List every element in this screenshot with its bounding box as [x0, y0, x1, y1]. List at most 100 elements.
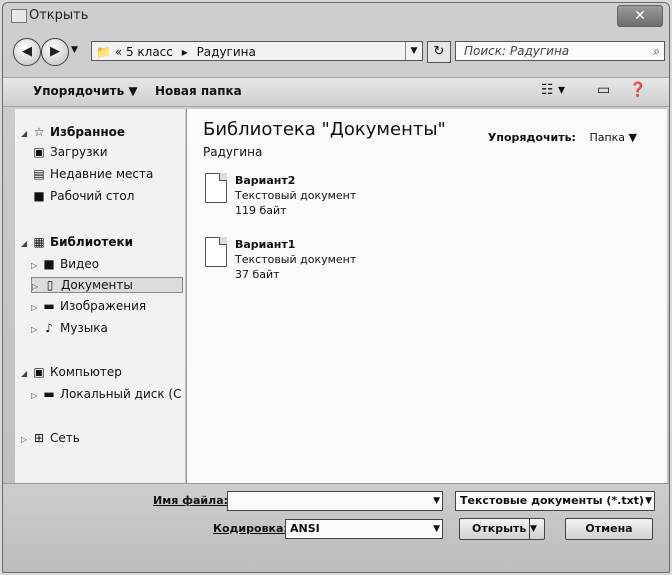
filename-input[interactable]: ▼: [227, 491, 443, 511]
breadcrumb-separator-icon[interactable]: ▸: [182, 45, 188, 59]
window-icon: [11, 9, 27, 23]
sidebar-item-desktop[interactable]: ■ Рабочий стол: [31, 189, 134, 203]
expanded-arrow-icon[interactable]: ◢: [21, 239, 31, 248]
desktop-icon: ■: [33, 189, 45, 203]
expanded-arrow-icon[interactable]: ◢: [21, 369, 31, 378]
sidebar-label: Сеть: [50, 431, 80, 445]
sidebar-item-recent[interactable]: ▤ Недавние места: [31, 167, 153, 181]
documents-icon: ▯: [46, 278, 54, 292]
sidebar-label: Библиотеки: [50, 235, 134, 249]
collapsed-arrow-icon[interactable]: ▷: [31, 391, 41, 400]
search-placeholder: Поиск: Радугина: [464, 44, 570, 58]
open-button[interactable]: Открыть ▼: [459, 518, 545, 540]
sidebar-item-documents[interactable]: ▷ ▯ Документы: [31, 277, 183, 293]
preview-pane-icon[interactable]: ▭: [597, 82, 610, 98]
text-document-icon: [205, 173, 227, 203]
filetype-dropdown-icon: ▼: [645, 496, 652, 506]
cancel-button[interactable]: Отмена: [565, 518, 653, 540]
sidebar-label: Избранное: [50, 125, 126, 139]
navigation-row: ◀ ▶ ▼ 📁 « 5 класс ▸ Радугина ▼ ↻ Поиск: …: [3, 37, 669, 71]
music-icon: ♪: [45, 321, 53, 335]
filename-dropdown-icon[interactable]: ▼: [433, 492, 440, 510]
refresh-icon: ↻: [433, 44, 445, 59]
sidebar-label: Загрузки: [50, 145, 108, 159]
sidebar-item-music[interactable]: ▷ ♪ Музыка: [31, 321, 108, 335]
back-arrow-icon: ◀: [22, 44, 32, 59]
sidebar-item-images[interactable]: ▷ ▬ Изображения: [31, 299, 146, 313]
collapsed-arrow-icon[interactable]: ▷: [31, 303, 41, 312]
breadcrumb-5-klass[interactable]: 5 класс: [126, 45, 173, 59]
navigation-pane: ◢ ☆ Избранное ▣ Загрузки ▤ Недавние места ■ Р…: [15, 109, 185, 483]
refresh-button[interactable]: ↻: [427, 41, 451, 63]
sidebar-item-local-disk[interactable]: ▷ ▬ Локальный диск (C: [31, 387, 181, 401]
sidebar-item-computer[interactable]: ◢ ▣ Компьютер: [21, 365, 122, 379]
sidebar-label: Компьютер: [50, 365, 122, 379]
library-folder-icon: 📁: [96, 45, 111, 59]
star-icon: ☆: [33, 125, 45, 139]
sidebar-label: Локальный диск (C: [60, 387, 182, 401]
breadcrumb-radugina[interactable]: Радугина: [197, 45, 256, 59]
arrange-label: Упорядочить:: [487, 131, 576, 144]
collapsed-arrow-icon[interactable]: ▷: [21, 435, 31, 444]
help-icon[interactable]: ❓: [629, 82, 646, 98]
close-button[interactable]: ✕: [617, 5, 663, 27]
address-overflow[interactable]: «: [115, 45, 122, 59]
toolbar: Упорядочить ▼ Новая папка ☷ ▾ ▭ ❓: [3, 77, 669, 107]
images-icon: ▬: [43, 299, 55, 313]
forward-button[interactable]: ▶: [41, 38, 69, 66]
collapsed-arrow-icon[interactable]: ▷: [32, 282, 42, 291]
encoding-dropdown-icon: ▼: [433, 524, 440, 534]
history-dropdown-icon[interactable]: ▼: [71, 45, 78, 55]
encoding-label: Кодировка:: [213, 522, 288, 535]
organize-button[interactable]: Упорядочить ▼: [33, 84, 138, 98]
arrange-dropdown[interactable]: Папка ▼: [589, 131, 637, 144]
expanded-arrow-icon[interactable]: ◢: [21, 129, 31, 138]
file-size: 37 байт: [235, 268, 280, 281]
organize-label: Упорядочить: [33, 84, 125, 98]
forward-arrow-icon: ▶: [50, 44, 60, 59]
file-type: Текстовый документ: [235, 189, 357, 202]
downloads-folder-icon: ▣: [33, 145, 45, 159]
file-name: Вариант2: [235, 174, 296, 187]
back-button[interactable]: ◀: [13, 38, 41, 66]
view-options-icon[interactable]: ☷ ▾: [541, 82, 565, 98]
search-icon: ⌕: [653, 44, 660, 58]
address-bar[interactable]: 📁 « 5 класс ▸ Радугина ▼: [91, 41, 423, 61]
sidebar-label: Видео: [60, 257, 100, 271]
file-size: 119 байт: [235, 204, 287, 217]
sidebar-item-network[interactable]: ▷ ⊞ Сеть: [21, 431, 80, 445]
open-dropdown-icon[interactable]: ▼: [529, 519, 544, 539]
sidebar-item-libraries[interactable]: ◢ ▦ Библиотеки: [21, 235, 133, 249]
arrange-by: Упорядочить: Папка ▼: [488, 131, 637, 144]
close-icon: ✕: [634, 8, 646, 24]
file-name: Вариант1: [235, 238, 296, 251]
network-icon: ⊞: [33, 431, 45, 445]
encoding-value: ANSI: [290, 522, 320, 535]
file-list-pane: Библиотека "Документы" Радугина Упорядоч…: [187, 109, 667, 483]
title-bar: Открыть ✕: [3, 3, 669, 31]
open-button-label: Открыть: [472, 522, 527, 535]
filetype-select[interactable]: Текстовые документы (*.txt) ▼: [455, 491, 655, 511]
new-folder-button[interactable]: Новая папка: [155, 84, 242, 98]
encoding-select[interactable]: ANSI ▼: [285, 519, 443, 539]
file-type: Текстовый документ: [235, 253, 357, 266]
sidebar-label: Изображения: [60, 299, 147, 313]
text-document-icon: [205, 237, 227, 267]
sidebar-item-downloads[interactable]: ▣ Загрузки: [31, 145, 108, 159]
dialog-footer: Имя файла: ▼ Текстовые документы (*.txt)…: [3, 483, 669, 572]
collapsed-arrow-icon[interactable]: ▷: [31, 325, 41, 334]
library-subtitle[interactable]: Радугина: [203, 145, 262, 159]
filename-label: Имя файла:: [153, 494, 229, 507]
computer-icon: ▣: [33, 365, 45, 379]
arrange-value: Папка: [589, 131, 626, 144]
sidebar-item-favorites[interactable]: ◢ ☆ Избранное: [21, 125, 125, 139]
search-input[interactable]: Поиск: Радугина ⌕: [455, 41, 665, 61]
libraries-icon: ▦: [33, 235, 45, 249]
video-icon: ■: [43, 257, 55, 271]
sidebar-label: Документы: [61, 278, 133, 292]
sidebar-label: Музыка: [60, 321, 108, 335]
collapsed-arrow-icon[interactable]: ▷: [31, 261, 41, 270]
sidebar-label: Недавние места: [50, 167, 154, 181]
address-dropdown-icon[interactable]: ▼: [405, 42, 422, 60]
sidebar-item-video[interactable]: ▷ ■ Видео: [31, 257, 99, 271]
